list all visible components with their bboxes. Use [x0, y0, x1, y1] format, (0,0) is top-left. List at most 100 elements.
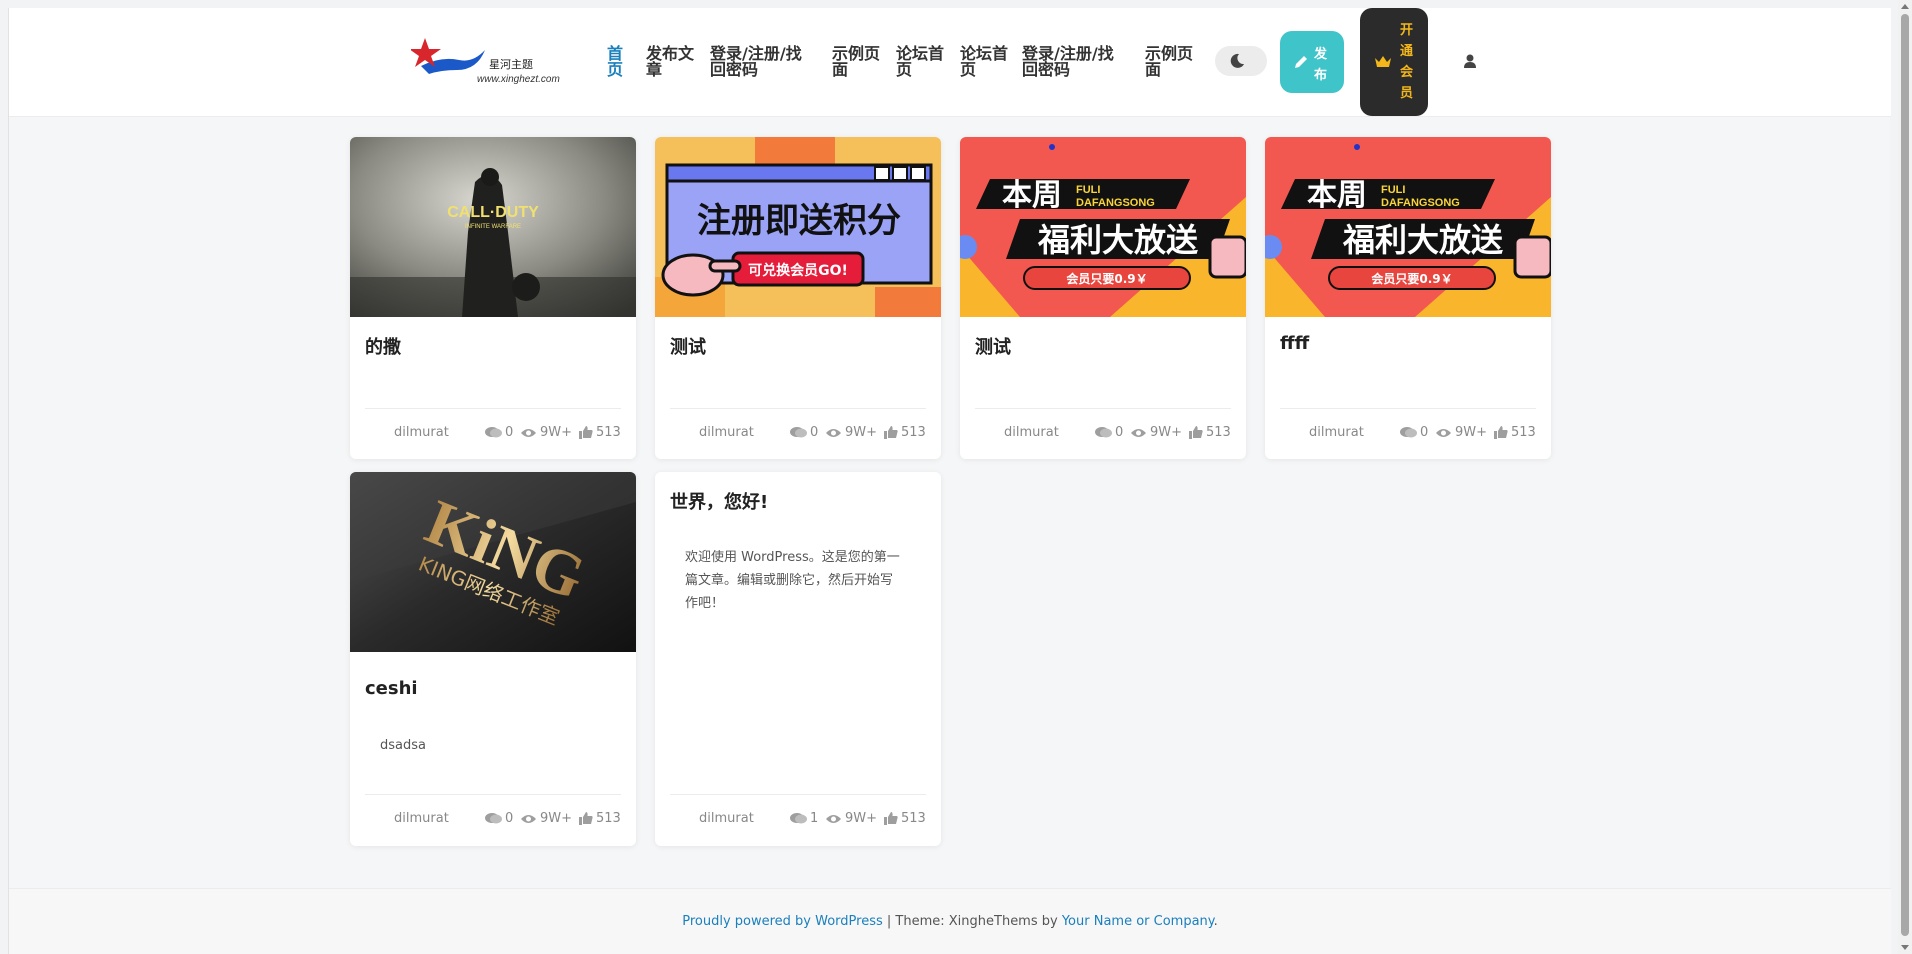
view-count: 9W+ [1435, 425, 1487, 440]
post-meta: dilmurat 0 9W+ 513 [655, 423, 941, 443]
crown-icon [1374, 54, 1392, 70]
view-count: 9W+ [520, 425, 572, 440]
site-header: 星河主题 www.xinghezt.com 首页 发布文章 登录/注册/找回密码… [9, 8, 1891, 117]
post-title[interactable]: ffff [1280, 333, 1309, 354]
fuli-big2: 福利大放送 [1037, 221, 1198, 259]
comment-icon [1400, 427, 1417, 438]
post-meta: dilmurat 0 9W+ 513 [960, 423, 1246, 443]
thumbs-up-icon [884, 812, 898, 825]
post-author[interactable]: dilmurat [699, 425, 754, 440]
post-thumbnail-register[interactable]: 注册即送积分 可兑换会员GO! [655, 137, 941, 317]
post-excerpt: 欢迎使用 WordPress。这是您的第一篇文章。编辑或删除它，然后开始写作吧！ [685, 550, 900, 611]
fuli-big2: 福利大放送 [1342, 221, 1503, 259]
card-divider [365, 794, 621, 795]
theme-toggle[interactable] [1215, 46, 1267, 76]
eye-icon [521, 814, 536, 823]
eye-icon [1436, 428, 1451, 437]
view-count: 9W+ [825, 811, 877, 826]
nav-item-login-register-2[interactable]: 登录/注册/找回密码 [1022, 46, 1122, 78]
thumbs-up-icon [579, 426, 593, 439]
card-divider [1280, 408, 1536, 409]
fuli-pill: 会员只要0.9￥ [1371, 271, 1452, 286]
fuli-latin2: DAFANGSONG [1381, 197, 1460, 209]
post-thumbnail-fuli[interactable]: 本周 FULI DAFANGSONG 福利大放送 会员只要0.9￥ [960, 137, 1246, 317]
post-card[interactable]: 世界，您好! 欢迎使用 WordPress。这是您的第一篇文章。编辑或删除它，然… [655, 472, 941, 846]
scroll-thumb[interactable] [1901, 14, 1909, 936]
post-title[interactable]: 测试 [670, 333, 706, 359]
comment-count: 0 [1095, 425, 1123, 440]
thumbs-up-icon [884, 426, 898, 439]
post-author[interactable]: dilmurat [1309, 425, 1364, 440]
card-divider [365, 408, 621, 409]
eye-icon [826, 814, 841, 823]
post-title[interactable]: 测试 [975, 333, 1011, 359]
thumbs-up-icon [579, 812, 593, 825]
post-card[interactable]: KiNG KING网络工作室 ceshi dsadsa dilmurat 0 9… [350, 472, 636, 846]
fuli-latin1: FULI [1076, 184, 1100, 196]
view-count: 9W+ [825, 425, 877, 440]
post-title[interactable]: ceshi [365, 678, 418, 699]
scroll-down-arrow-icon[interactable] [1901, 945, 1909, 950]
scroll-up-arrow-icon[interactable] [1901, 4, 1909, 9]
comment-count: 0 [790, 425, 818, 440]
post-thumbnail-fuli[interactable]: 本周 FULI DAFANGSONG 福利大放送 会员只要0.9￥ [1265, 137, 1551, 317]
post-thumbnail-king[interactable]: KiNG KING网络工作室 [350, 472, 636, 652]
fuli-pill: 会员只要0.9￥ [1066, 271, 1147, 286]
nav-item-forum-home[interactable]: 论坛首页 [896, 46, 948, 78]
publish-label: 发布 [1314, 47, 1328, 83]
view-count: 9W+ [1130, 425, 1182, 440]
nav-item-forum-home-2[interactable]: 论坛首页 [960, 46, 1012, 78]
comment-count: 0 [485, 425, 513, 440]
like-count: 513 [579, 425, 621, 440]
nav-item-sample-page-2[interactable]: 示例页面 [1145, 46, 1197, 78]
nav-item-home[interactable]: 首页 [607, 46, 627, 78]
like-count: 513 [1494, 425, 1536, 440]
comment-icon [485, 813, 502, 824]
post-author[interactable]: dilmurat [1004, 425, 1059, 440]
eye-icon [521, 428, 536, 437]
vip-button[interactable]: 开通会员 [1360, 8, 1428, 116]
comment-icon [790, 427, 807, 438]
pen-icon [1294, 55, 1308, 69]
site-logo[interactable]: 星河主题 www.xinghezt.com [411, 36, 571, 90]
thumbs-up-icon [1189, 426, 1203, 439]
eye-icon [826, 428, 841, 437]
site-footer: Proudly powered by WordPress | Theme: Xi… [9, 888, 1891, 954]
moon-icon [1229, 53, 1245, 69]
post-author[interactable]: dilmurat [699, 811, 754, 826]
like-count: 513 [579, 811, 621, 826]
post-author[interactable]: dilmurat [394, 425, 449, 440]
comment-icon [790, 813, 807, 824]
post-author[interactable]: dilmurat [394, 811, 449, 826]
footer-theme-text: | Theme: XingheThems by [882, 914, 1062, 929]
post-meta: dilmurat 0 9W+ 513 [1265, 423, 1551, 443]
nav-item-sample-page[interactable]: 示例页面 [832, 46, 884, 78]
post-title[interactable]: 世界，您好! [670, 488, 768, 514]
comment-count: 1 [790, 811, 818, 826]
view-count: 9W+ [520, 811, 572, 826]
logo-url: www.xinghezt.com [477, 74, 560, 85]
user-icon[interactable] [1461, 52, 1479, 70]
nav-item-publish-post[interactable]: 发布文章 [646, 46, 698, 78]
footer-end: . [1213, 914, 1218, 929]
comment-icon [485, 427, 502, 438]
post-meta: dilmurat 1 9W+ 513 [655, 809, 941, 829]
publish-button[interactable]: 发布 [1280, 31, 1344, 93]
post-card[interactable]: 注册即送积分 可兑换会员GO! 测试 dilmurat 0 9W+ 513 [655, 137, 941, 459]
post-card[interactable]: 本周 FULI DAFANGSONG 福利大放送 会员只要0.9￥ 测试 dil… [960, 137, 1246, 459]
powered-by-link[interactable]: Proudly powered by WordPress [682, 914, 883, 929]
eye-icon [1131, 428, 1146, 437]
comment-icon [1095, 427, 1112, 438]
page-scrollbar[interactable] [1898, 0, 1912, 954]
comment-count: 0 [485, 811, 513, 826]
nav-item-login-register[interactable]: 登录/注册/找回密码 [710, 46, 810, 78]
post-card[interactable]: 本周 FULI DAFANGSONG 福利大放送 会员只要0.9￥ ffff d… [1265, 137, 1551, 459]
post-meta: dilmurat 0 9W+ 513 [350, 809, 636, 829]
thumbs-up-icon [1494, 426, 1508, 439]
post-card[interactable]: CALL·DUTY INFINITE WARFARE 的撒 dilmurat 0… [350, 137, 636, 459]
page-frame: 星河主题 www.xinghezt.com 首页 发布文章 登录/注册/找回密码… [8, 8, 1891, 954]
company-link[interactable]: Your Name or Company [1062, 914, 1214, 929]
post-title[interactable]: 的撒 [365, 333, 401, 359]
post-thumbnail-cod[interactable]: CALL·DUTY INFINITE WARFARE [350, 137, 636, 317]
comment-count: 0 [1400, 425, 1428, 440]
